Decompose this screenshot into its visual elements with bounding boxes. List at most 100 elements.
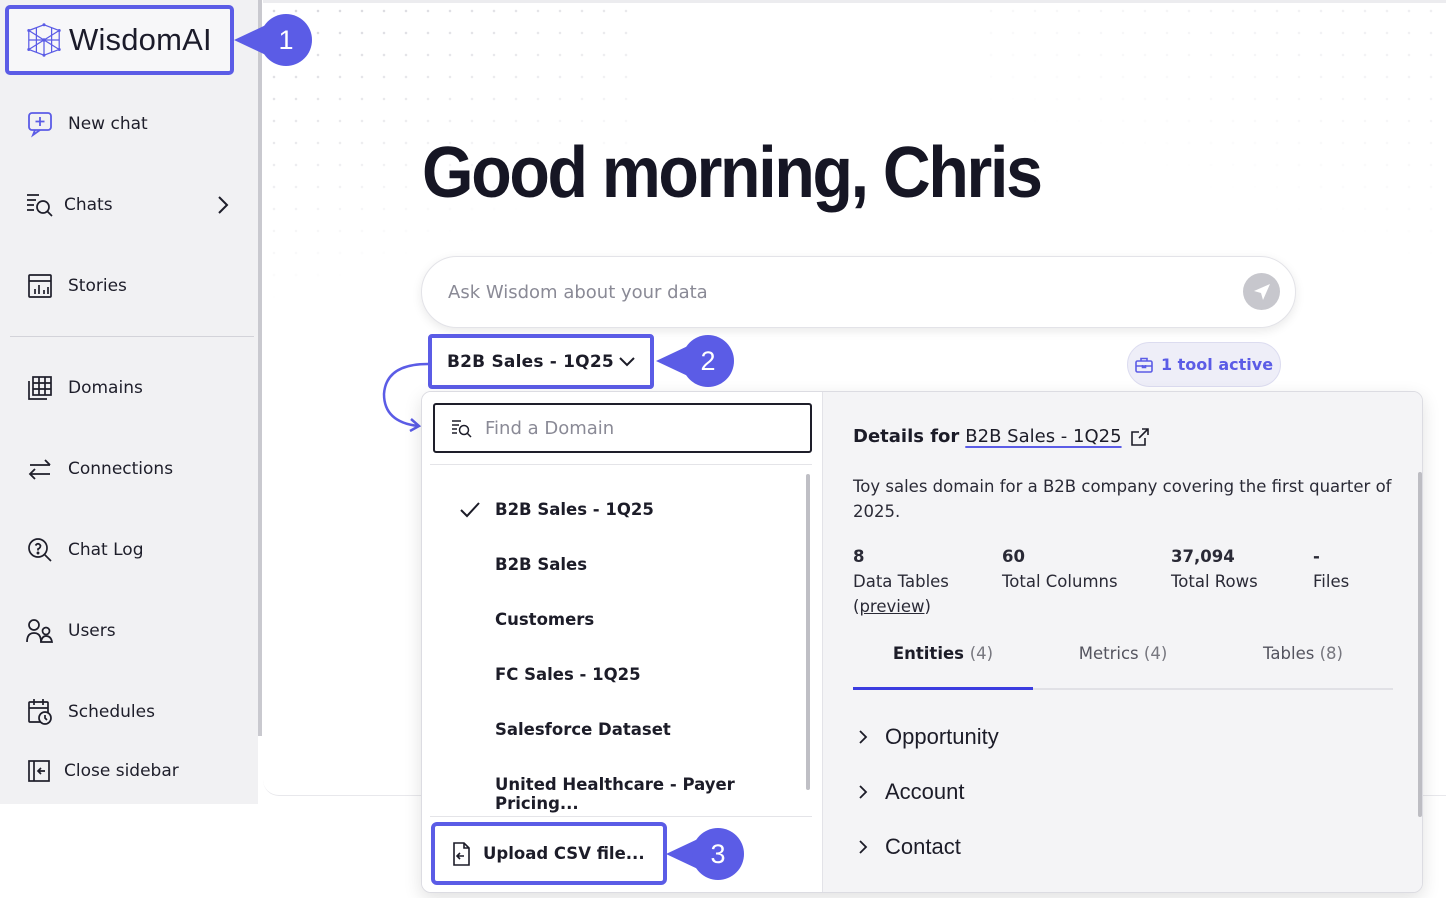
tab-label: Entities <box>892 644 964 663</box>
stat-total-columns: 60 Total Columns <box>1002 544 1118 594</box>
domain-option[interactable]: United Healthcare - Payer Pricing... <box>495 775 822 813</box>
sidebar-item-label: Users <box>68 621 116 641</box>
entity-label: Contact <box>885 834 961 859</box>
chevron-right-icon <box>859 785 868 799</box>
chevron-right-icon[interactable] <box>214 194 232 216</box>
sidebar-item-new-chat[interactable]: New chat <box>24 107 148 141</box>
find-domain-field[interactable] <box>433 403 812 453</box>
chevron-right-icon <box>859 840 868 854</box>
users-icon <box>24 615 56 647</box>
tab-label: Tables <box>1263 644 1315 663</box>
stat-label: Total Rows <box>1171 572 1258 591</box>
chevron-down-icon <box>619 357 635 367</box>
stat-value: - <box>1313 547 1320 566</box>
sidebar-scrollbar[interactable] <box>258 0 262 736</box>
callout-3: 3 <box>666 828 746 880</box>
domain-option[interactable]: B2B Sales <box>495 555 587 579</box>
active-tab-indicator <box>853 687 1033 690</box>
entity-opportunity[interactable]: Opportunity <box>857 724 999 750</box>
chats-search-icon <box>24 189 56 221</box>
stat-label: Data Tables <box>853 572 949 591</box>
tab-tables[interactable]: Tables (8) <box>1213 644 1393 663</box>
callout-number: 3 <box>692 828 744 880</box>
tool-status-label: 1 tool active <box>1160 355 1274 374</box>
domain-option[interactable]: Customers <box>495 610 594 634</box>
dot-pattern <box>980 0 1446 300</box>
ask-input[interactable] <box>448 277 1228 307</box>
selected-domain-label: B2B Sales - 1Q25 <box>447 351 614 372</box>
stat-files: - Files <box>1313 544 1349 594</box>
sidebar-item-label: Domains <box>68 378 143 398</box>
tool-active-pill[interactable]: 1 tool active <box>1127 342 1281 387</box>
domain-selector-button[interactable]: B2B Sales - 1Q25 <box>428 334 654 389</box>
sidebar-item-label: Schedules <box>68 702 155 722</box>
divider <box>430 464 812 465</box>
details-scrollbar[interactable] <box>1418 472 1422 817</box>
details-title-prefix: Details for <box>853 426 960 447</box>
domain-description: Toy sales domain for a B2B company cover… <box>853 477 1392 521</box>
sidebar-item-label: Chat Log <box>68 540 144 560</box>
send-icon <box>1253 283 1270 300</box>
stat-data-tables: 8 Data Tables (preview) <box>853 544 949 619</box>
collapse-sidebar-icon <box>26 755 52 787</box>
sidebar-item-connections[interactable]: Connections <box>24 452 173 486</box>
stat-value: 37,094 <box>1171 547 1235 566</box>
connections-arrows-icon <box>24 453 56 485</box>
entity-contact[interactable]: Contact <box>857 834 961 860</box>
domain-list-scrollbar[interactable] <box>806 474 810 790</box>
checkmark-icon <box>460 502 480 518</box>
details-title: Details for B2B Sales - 1Q25 <box>853 426 1150 447</box>
preview-link[interactable]: preview <box>859 597 924 616</box>
callout-1: 1 <box>234 14 314 66</box>
tab-count: (4) <box>969 644 994 663</box>
stories-chart-icon <box>24 270 56 302</box>
brand-name: WisdomAI <box>69 22 212 57</box>
find-domain-input[interactable] <box>485 417 785 439</box>
domain-picker-panel: B2B Sales - 1Q25 B2B Sales Customers FC … <box>421 391 1423 893</box>
toolbox-icon <box>1135 357 1153 373</box>
divider <box>430 816 812 817</box>
sidebar-item-label: Chats <box>64 195 113 215</box>
logo[interactable]: WisdomAI <box>5 5 234 75</box>
tab-count: (8) <box>1319 644 1343 663</box>
send-button[interactable] <box>1243 273 1280 310</box>
app-root: WisdomAI New chat Chats Stories Domains … <box>0 0 1446 898</box>
schedules-calendar-icon <box>24 696 56 728</box>
close-sidebar-button[interactable]: Close sidebar <box>26 754 179 788</box>
entity-account[interactable]: Account <box>857 779 965 805</box>
ask-bar <box>421 256 1296 328</box>
tab-count: (4) <box>1143 644 1168 663</box>
domain-details-pane: Details for B2B Sales - 1Q25 Toy sales d… <box>822 392 1422 892</box>
sidebar-item-stories[interactable]: Stories <box>24 269 127 303</box>
sidebar-item-users[interactable]: Users <box>24 614 116 648</box>
callout-number: 1 <box>260 14 312 66</box>
search-icon <box>452 420 472 438</box>
upload-file-icon <box>453 841 470 866</box>
chat-log-icon <box>24 534 56 566</box>
tab-metrics[interactable]: Metrics (4) <box>1033 644 1213 663</box>
tab-label: Metrics <box>1078 644 1139 663</box>
external-link-icon[interactable] <box>1130 427 1150 447</box>
sidebar-item-schedules[interactable]: Schedules <box>24 695 155 729</box>
new-chat-icon <box>24 108 56 140</box>
greeting-heading: Good morning, Chris <box>422 133 1043 213</box>
upload-csv-button[interactable]: Upload CSV file... <box>431 822 667 885</box>
sidebar-item-domains[interactable]: Domains <box>24 371 143 405</box>
close-sidebar-label: Close sidebar <box>64 761 179 781</box>
sidebar-divider <box>10 336 254 337</box>
entity-label: Account <box>885 779 965 804</box>
domain-option[interactable]: FC Sales - 1Q25 <box>495 665 641 689</box>
entity-label: Opportunity <box>885 724 999 749</box>
tab-entities[interactable]: Entities (4) <box>853 644 1033 663</box>
domain-option[interactable]: B2B Sales - 1Q25 <box>495 500 654 524</box>
sidebar-item-chat-log[interactable]: Chat Log <box>24 533 144 567</box>
domain-link[interactable]: B2B Sales - 1Q25 <box>965 426 1121 447</box>
preview-link-wrap: (preview) <box>853 597 931 616</box>
domain-list-pane: B2B Sales - 1Q25 B2B Sales Customers FC … <box>422 392 822 892</box>
sidebar-item-label: Stories <box>68 276 127 296</box>
stat-value: 60 <box>1002 547 1025 566</box>
stat-total-rows: 37,094 Total Rows <box>1171 544 1258 594</box>
domain-option[interactable]: Salesforce Dataset <box>495 720 671 744</box>
sidebar-item-chats[interactable]: Chats <box>24 188 113 222</box>
chevron-right-icon <box>859 730 868 744</box>
